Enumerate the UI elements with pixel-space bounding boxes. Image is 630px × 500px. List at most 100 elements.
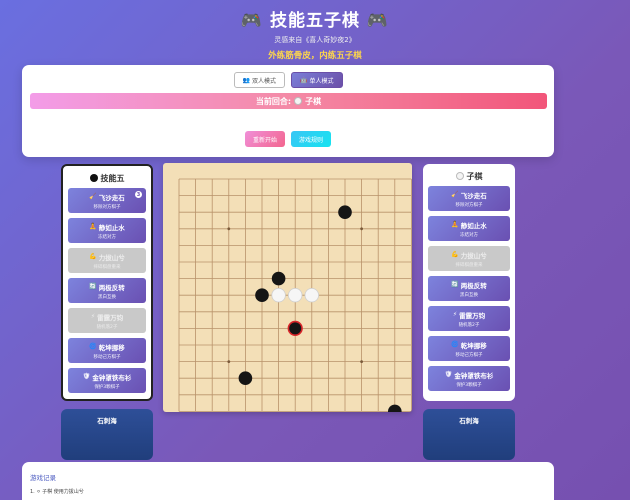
skill-description: 移动己方棋子: [455, 352, 483, 358]
skill-name: 🌀 乾坤挪移: [89, 343, 125, 352]
skill-icon: 🧘: [451, 221, 459, 228]
restart-button[interactable]: 重新开始: [244, 131, 285, 147]
skill-description: 移除对方棋子: [455, 202, 483, 208]
skill-name: 🛡 金钟罩铁布衫: [82, 373, 132, 382]
skill-name: 🔄 两极反转: [89, 283, 125, 292]
game-log-title: 游戏记录: [30, 474, 56, 482]
skill-description: 保护3颗棋子: [94, 384, 120, 390]
skill-icon: 🔄: [89, 283, 97, 290]
control-panel: 👥 双人模式 🤖 单人模式 当前回合: 子棋 重新开始 游戏规则: [22, 65, 554, 157]
skill-name: 🛡 金钟罩铁布衫: [444, 371, 494, 380]
skill-button[interactable]: 🧹 飞沙走石移除对方棋子: [428, 186, 510, 211]
skill-button[interactable]: ⚡ 雷霆万钧随机落2子: [68, 308, 146, 333]
skill-button[interactable]: 🧹 飞沙走石移除对方棋子 3: [68, 188, 146, 213]
turn-player: 子棋: [305, 96, 322, 106]
white-stone: [271, 287, 286, 303]
game-title: 🎮 技能五子棋 🎮: [240, 11, 390, 31]
last-move-black-stone: [287, 320, 303, 336]
skill-button[interactable]: 🌀 乾坤挪移移动己方棋子: [428, 336, 510, 361]
skill-icon: 💪: [451, 251, 459, 258]
board-grid[interactable]: [163, 163, 412, 412]
skill-description: 保护3颗棋子: [456, 382, 482, 388]
white-stone-icon: [455, 172, 464, 180]
single-player-mode-button[interactable]: 🤖 单人模式: [291, 72, 343, 88]
skill-icon: 🧘: [89, 223, 97, 230]
player-title: 技能五: [68, 171, 146, 185]
skill-description: 黑白互换: [460, 292, 478, 298]
black-player-skill-panel: 技能五 🧹 飞沙走石移除对方棋子 3 🧘 静如止水冻结对方 💪 力拔山兮摔碎棋盘重来 🔄 两极反…: [61, 164, 153, 401]
skill-description: 随机落2子: [96, 324, 118, 330]
gamepad-icon: 🎮: [240, 11, 264, 31]
gamepad-icon: 🎮: [366, 11, 390, 31]
skill-description: 移动己方棋子: [93, 354, 121, 360]
skill-name: ⚡ 雷霆万钧: [90, 313, 124, 322]
black-stone: [238, 371, 253, 385]
mode-switch: 👥 双人模式 🤖 单人模式: [22, 72, 554, 88]
skill-count-badge: 3: [135, 191, 142, 198]
users-icon: 👥: [242, 76, 250, 84]
skill-icon: 💪: [89, 253, 97, 260]
skill-button[interactable]: 🧘 静如止水冻结对方: [428, 216, 510, 241]
black-stone-icon: [89, 174, 98, 182]
skill-button[interactable]: 🔄 两极反转黑白互换: [428, 276, 510, 301]
action-buttons: 重新开始 游戏规则: [22, 131, 554, 147]
skill-name: 💪 力拔山兮: [451, 251, 487, 260]
rules-button[interactable]: 游戏规则: [291, 131, 332, 147]
header: 🎮 技能五子棋 🎮 灵感来自《喜人奇妙夜2》 外练筋骨皮，内练五子棋: [0, 6, 630, 61]
white-stone: [287, 287, 303, 303]
skill-icon: 🧹: [451, 191, 459, 198]
skill-description: 移除对方棋子: [93, 204, 121, 210]
black-player-card: 石刺海: [61, 409, 153, 460]
skill-name: 🔄 两极反转: [451, 281, 487, 290]
player-title: 子棋: [428, 169, 510, 183]
black-stone: [271, 271, 286, 286]
robot-icon: 🤖: [300, 76, 308, 84]
skill-name: ⚡ 雷霆万钧: [452, 311, 486, 320]
skill-description: 冻结对方: [98, 234, 116, 240]
skill-button[interactable]: 💪 力拔山兮摔碎棋盘重来: [68, 248, 146, 273]
white-stone-icon: [294, 97, 303, 105]
skill-icon: 🛡: [82, 373, 91, 380]
skill-name: 🌀 乾坤挪移: [451, 341, 487, 350]
skill-name: 🧹 飞沙走石: [89, 193, 125, 202]
turn-label: 当前回合:: [255, 96, 292, 106]
star-point: [227, 227, 231, 231]
black-stone: [338, 205, 352, 219]
skill-description: 摔碎棋盘重来: [93, 264, 121, 270]
skill-description: 随机落2子: [458, 322, 480, 328]
two-player-mode-button[interactable]: 👥 双人模式: [233, 72, 285, 88]
white-player-skill-panel: 子棋 🧹 飞沙走石移除对方棋子 🧘 静如止水冻结对方 💪 力拔山兮摔碎棋盘重来 🔄 两极反转黑…: [423, 164, 515, 401]
black-stone: [255, 288, 269, 302]
skill-name: 💪 力拔山兮: [89, 253, 125, 262]
skill-description: 摔碎棋盘重来: [455, 262, 483, 268]
skill-icon: ⚡: [452, 311, 458, 318]
skill-button[interactable]: 💪 力拔山兮摔碎棋盘重来: [428, 246, 510, 271]
slogan: 外练筋骨皮，内练五子棋: [268, 51, 362, 61]
skill-button[interactable]: 🔄 两极反转黑白互换: [68, 278, 146, 303]
skill-name: 🧘 静如止水: [451, 221, 487, 230]
game-log-panel: 游戏记录 1. ⚪ 子棋 使用力拔山兮: [22, 462, 554, 500]
skill-description: 黑白互换: [98, 294, 116, 300]
skill-button[interactable]: 🛡 金钟罩铁布衫 保护3颗棋子: [68, 368, 146, 393]
skill-button[interactable]: 🧘 静如止水冻结对方: [68, 218, 146, 243]
game-log-entry: 1. ⚪ 子棋 使用力拔山兮: [30, 489, 84, 495]
black-stone: [388, 404, 402, 412]
skill-name: 🧹 飞沙走石: [451, 191, 487, 200]
skill-button[interactable]: 🛡 金钟罩铁布衫 保护3颗棋子: [428, 366, 510, 391]
white-player-card: 石刺海: [423, 409, 515, 460]
skill-button[interactable]: ⚡ 雷霆万钧随机落2子: [428, 306, 510, 331]
subtitle: 灵感来自《喜人奇妙夜2》: [274, 36, 356, 44]
gomoku-board[interactable]: [163, 163, 412, 412]
skill-icon: 🧹: [89, 193, 97, 200]
skill-icon: 🌀: [451, 341, 459, 348]
skill-icon: 🌀: [89, 343, 97, 350]
skill-icon: 🛡: [444, 371, 453, 378]
skill-name: 🧘 静如止水: [89, 223, 125, 232]
current-turn-bar: 当前回合: 子棋: [30, 93, 547, 109]
white-stone: [304, 287, 320, 303]
star-point: [227, 360, 231, 363]
star-point: [360, 227, 363, 231]
star-point: [360, 360, 363, 363]
skill-button[interactable]: 🌀 乾坤挪移移动己方棋子: [68, 338, 146, 363]
skill-description: 冻结对方: [460, 232, 478, 238]
